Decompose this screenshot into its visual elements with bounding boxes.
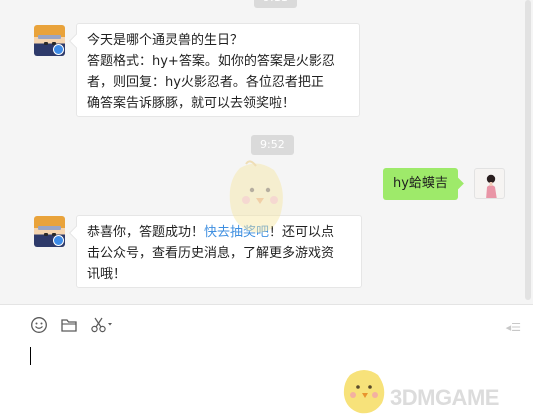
incoming-message-bubble[interactable]: 今天是哪个通灵兽的生日？ 答题格式：hy+答案。如你的答案是火影忍 者，则回复：… [76,23,360,117]
scissors-icon[interactable] [90,316,114,334]
chat-scrollbar[interactable] [525,0,531,300]
official-account-avatar[interactable] [34,216,65,247]
incoming-reply-bubble[interactable]: 恭喜你，答题成功！快去抽奖吧！还可以点 击公众号，查看历史消息，了解更多游戏资 … [76,215,362,288]
official-account-avatar[interactable] [34,25,65,56]
message-line: 确答案告诉豚豚，就可以去领奖啦！ [87,96,296,111]
verified-badge-icon [53,44,64,55]
collapse-toggle-icon[interactable]: ◂☰ [506,321,521,334]
message-line: 答题格式：hy+答案。如你的答案是火影忍 [87,54,335,69]
user-avatar[interactable] [474,168,505,199]
emoji-icon[interactable] [30,316,48,334]
folder-icon[interactable] [60,316,78,334]
chevron-down-icon [108,323,112,326]
message-line: 者，则回复：hy火影忍者。各位忍者把正 [87,75,324,90]
message-line: 今天是哪个通灵兽的生日？ [87,33,244,48]
chat-history[interactable]: 9:11 今天是哪个通灵兽的生日？ 答题格式：hy+答案。如你的答案是火影忍 者… [0,0,533,304]
timestamp-top: 9:11 [254,0,297,8]
reply-line-3: 讯哦！ [87,267,127,282]
text-cursor [30,347,31,365]
reply-line-1: 恭喜你，答题成功！快去抽奖吧！还可以点 [87,222,351,243]
site-watermark: 3DMGAME [390,385,499,410]
user-photo-icon [486,174,497,198]
reply-line-2: 击公众号，查看历史消息，了解更多游戏资 [87,246,335,261]
reply-text: 恭喜你，答题成功！ [87,225,205,240]
chick-logo-icon [343,370,385,414]
outgoing-message-bubble[interactable]: hy蛤蟆吉 [383,168,458,200]
chick-watermark-icon [229,160,283,233]
verified-badge-icon [53,235,64,246]
timestamp-mid: 9:52 [251,135,294,155]
